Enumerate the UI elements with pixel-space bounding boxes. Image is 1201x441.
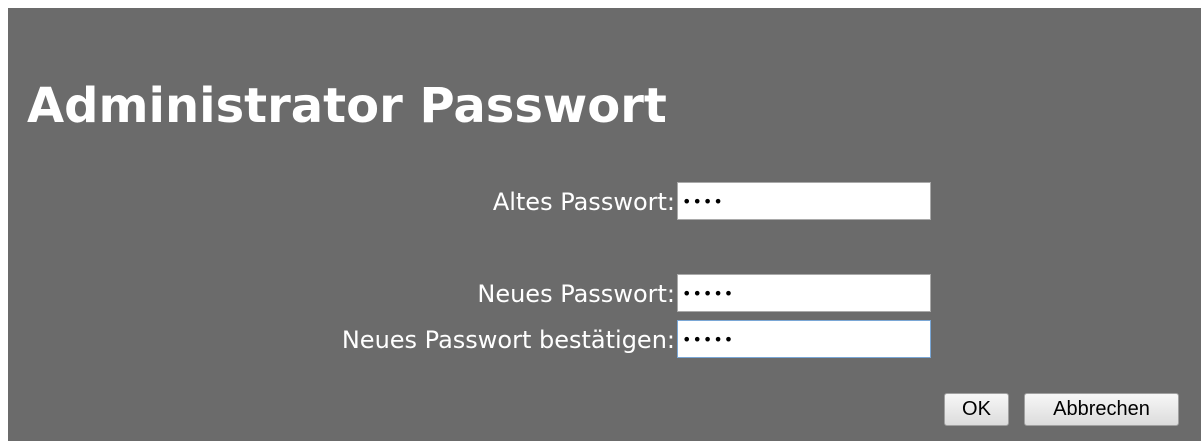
old-password-field[interactable] <box>677 182 931 220</box>
confirm-password-row: Neues Passwort bestätigen: <box>8 320 1201 358</box>
new-password-row: Neues Passwort: <box>8 274 1201 312</box>
new-password-label: Neues Passwort: <box>477 280 675 308</box>
confirm-password-label: Neues Passwort bestätigen: <box>341 326 675 354</box>
old-password-row: Altes Passwort: <box>8 182 1201 220</box>
password-dialog: Administrator Passwort Altes Passwort: N… <box>8 8 1201 441</box>
page-title: Administrator Passwort <box>27 78 667 134</box>
cancel-button[interactable]: Abbrechen <box>1024 393 1179 426</box>
new-password-field[interactable] <box>677 274 931 312</box>
old-password-label: Altes Passwort: <box>492 188 675 216</box>
confirm-password-field[interactable] <box>677 320 931 358</box>
ok-button[interactable]: OK <box>944 393 1009 426</box>
